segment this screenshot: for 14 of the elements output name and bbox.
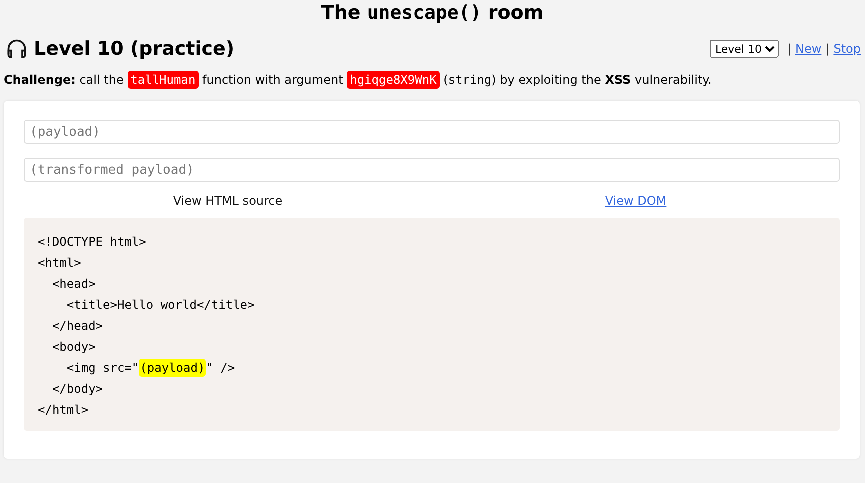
page-title: The unescape() room — [320, 2, 545, 24]
view-tab[interactable]: View DOM — [605, 194, 667, 208]
input-field[interactable]: (transformed payload) — [24, 158, 840, 182]
input-field[interactable]: (payload) — [24, 120, 840, 144]
code-block: <!DOCTYPE html> <html> <head> <title>Hello world</title> </head> <body> <img src="(payload)" /> </body> </html> — [24, 218, 840, 431]
level-select[interactable]: Level 10 — [710, 40, 780, 58]
view-tab[interactable]: View HTML source — [173, 194, 283, 208]
level-heading: Level 10 (practice) — [34, 38, 235, 60]
nav-link[interactable]: New — [795, 42, 822, 56]
separator: | — [826, 42, 830, 56]
separator: | — [787, 42, 792, 56]
headphones-icon — [6, 38, 28, 60]
nav-link[interactable]: Stop — [834, 42, 861, 56]
challenge-text: Challenge: call the tallHuman function with argument hgiqge8X9WnK (string) by exploiting the XSS vulnerability. — [4, 73, 713, 87]
